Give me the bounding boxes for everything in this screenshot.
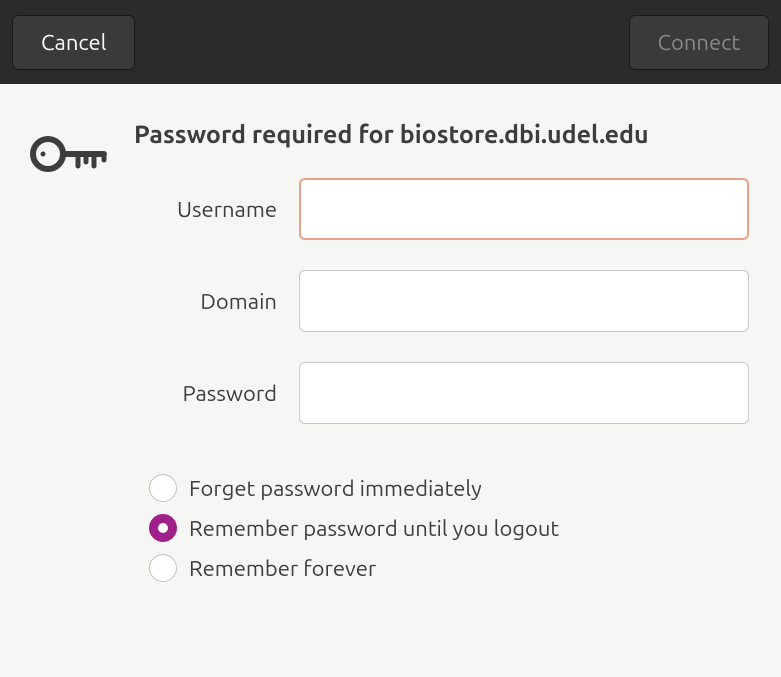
radio-remember-forever[interactable]: Remember forever <box>149 554 757 582</box>
password-input[interactable] <box>299 362 749 424</box>
main-column: Password required for biostore.dbi.udel.… <box>134 120 757 594</box>
radio-label: Forget password immediately <box>189 476 482 501</box>
dialog-content: Password required for biostore.dbi.udel.… <box>0 84 781 618</box>
radio-label: Remember password until you logout <box>189 516 559 541</box>
domain-row: Domain <box>134 270 757 332</box>
domain-label: Domain <box>134 289 299 314</box>
connect-button[interactable]: Connect <box>629 15 769 70</box>
password-label: Password <box>134 381 299 406</box>
radio-icon <box>149 514 177 542</box>
cancel-button[interactable]: Cancel <box>12 15 135 70</box>
key-icon <box>30 126 108 182</box>
username-label: Username <box>134 197 299 222</box>
radio-icon <box>149 554 177 582</box>
radio-label: Remember forever <box>189 556 376 581</box>
radio-remember-until-logout[interactable]: Remember password until you logout <box>149 514 757 542</box>
password-remember-group: Forget password immediately Remember pas… <box>149 474 757 582</box>
dialog-title: Password required for biostore.dbi.udel.… <box>134 120 757 148</box>
radio-icon <box>149 474 177 502</box>
icon-column <box>24 120 134 594</box>
password-row: Password <box>134 362 757 424</box>
username-input[interactable] <box>299 178 749 240</box>
domain-input[interactable] <box>299 270 749 332</box>
radio-forget-immediately[interactable]: Forget password immediately <box>149 474 757 502</box>
header-bar: Cancel Connect <box>0 0 781 84</box>
username-row: Username <box>134 178 757 240</box>
